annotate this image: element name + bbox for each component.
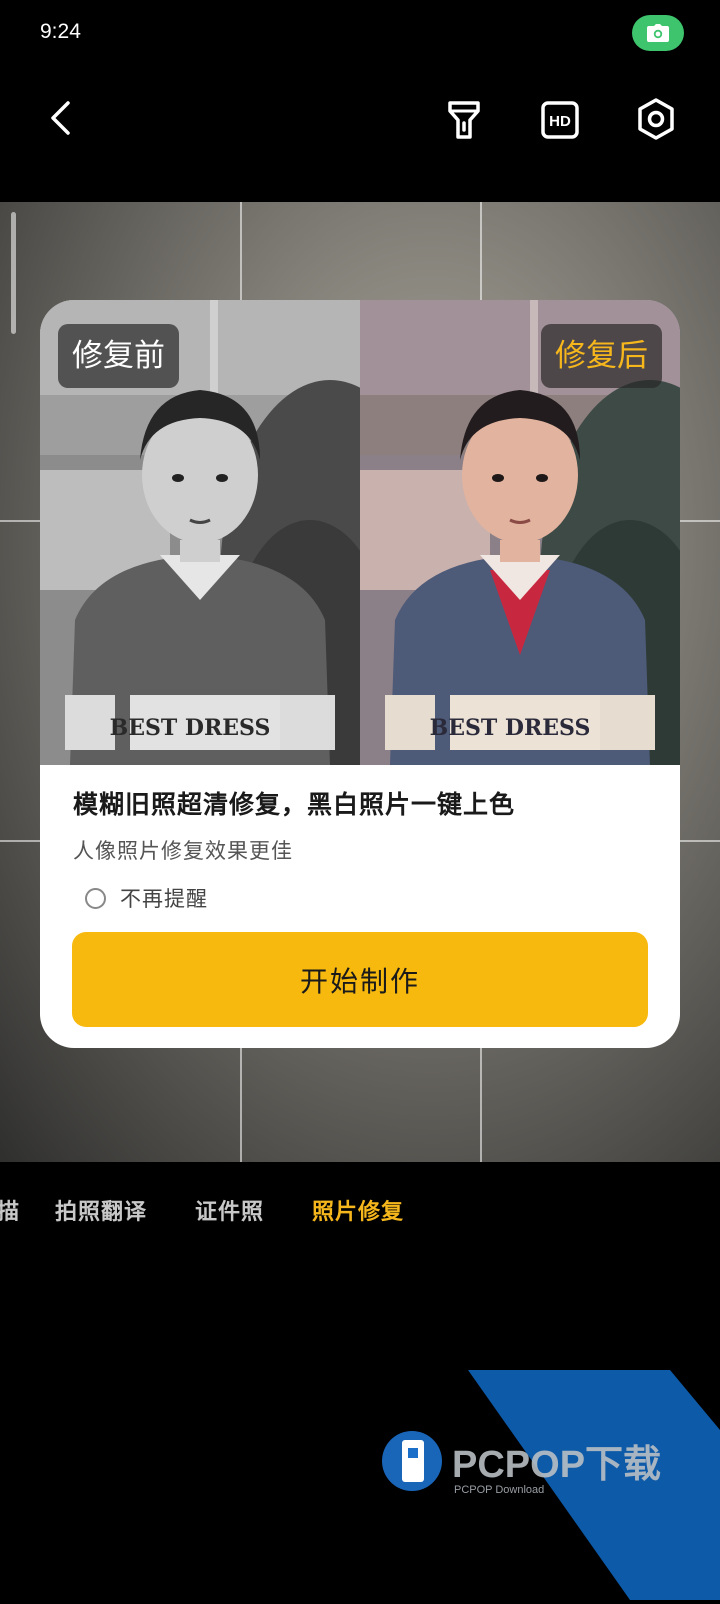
chevron-left-icon[interactable] [40, 94, 80, 142]
scroll-indicator [11, 212, 16, 334]
before-after-comparison: BEST DRESS BEST DRESS 修复前 修复后 [40, 300, 680, 765]
camera-toolbar: HD [0, 70, 720, 202]
status-bar: 9:24 [0, 0, 720, 70]
dont-remind-label: 不再提醒 [120, 887, 208, 911]
dialog-title: 模糊旧照超清修复，黑白照片一键上色 [73, 790, 516, 819]
mode-photo-translate[interactable]: 拍照翻译 [55, 1194, 147, 1226]
settings-icon[interactable] [632, 94, 680, 144]
watermark-brand: PCPOP下载 [452, 1444, 661, 1486]
mode-photo-restore[interactable]: 照片修复 [312, 1194, 404, 1226]
dialog-subtitle: 人像照片修复效果更佳 [73, 839, 293, 863]
before-label: 修复前 [58, 324, 179, 388]
watermark: PCPOP下载 PCPOP Download [380, 1370, 720, 1600]
shirt-text: BEST DRESS [110, 715, 271, 741]
dont-remind-option[interactable]: 不再提醒 [85, 878, 208, 918]
flashlight-icon[interactable] [440, 96, 488, 144]
shirt-text: BEST DRESS [430, 715, 591, 741]
hd-quality-button[interactable]: HD [536, 96, 584, 144]
after-label: 修复后 [541, 324, 662, 388]
mode-scan[interactable]: 描 [0, 1194, 20, 1226]
mode-id-photo[interactable]: 证件照 [195, 1194, 264, 1226]
start-button[interactable]: 开始制作 [72, 932, 648, 1027]
radio-button[interactable] [85, 887, 106, 909]
status-time: 9:24 [40, 20, 81, 43]
hd-label: HD [549, 113, 571, 130]
camera-mode-selector: 描 拍照翻译 证件照 照片修复 [0, 1180, 720, 1240]
photo-restore-dialog: BEST DRESS BEST DRESS 修复前 修复后 模糊旧照超清修复，黑… [40, 300, 680, 1048]
watermark-sub: PCPOP Download [454, 1484, 544, 1496]
camera-icon [632, 15, 684, 51]
